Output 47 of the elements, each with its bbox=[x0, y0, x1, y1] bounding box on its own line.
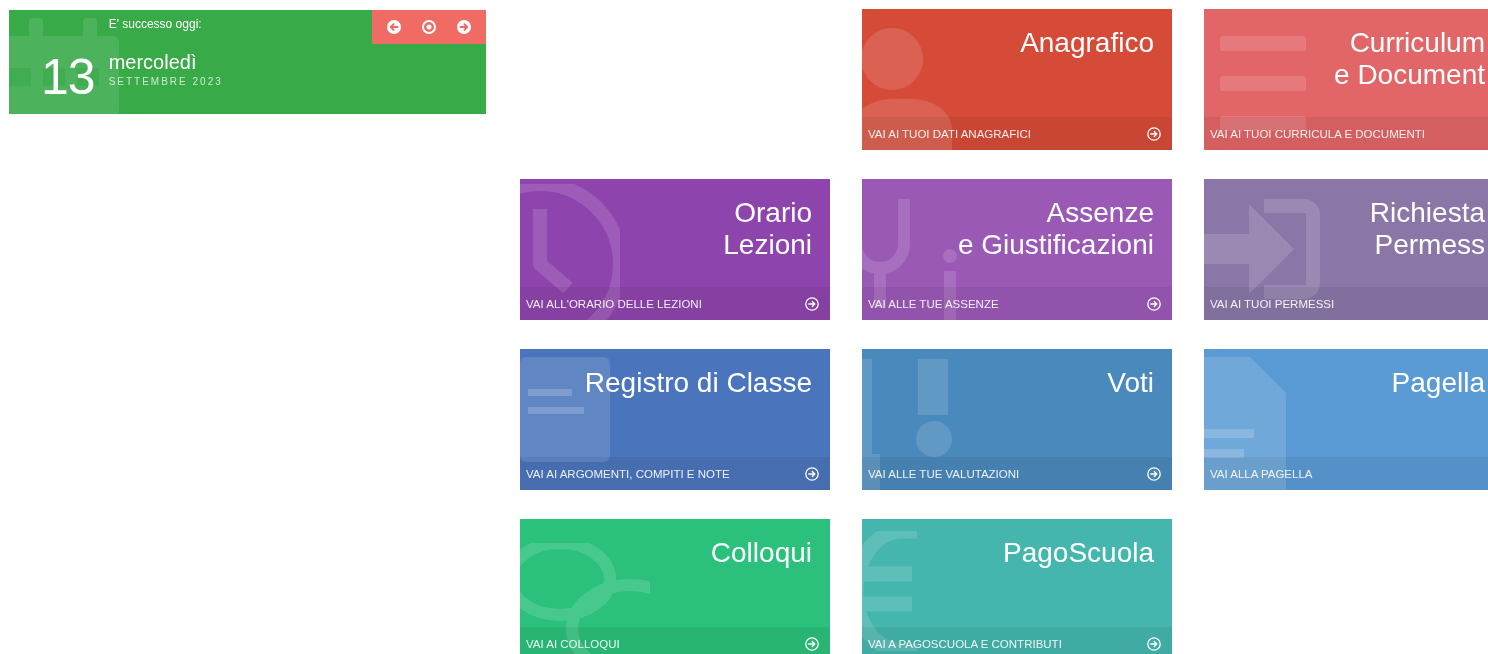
tile-title: Orario Lezioni bbox=[723, 197, 812, 261]
arrow-circle-icon bbox=[1147, 296, 1161, 311]
tile-link-text: VAI ALLE TUE ASSENZE bbox=[868, 297, 999, 310]
menu-tile[interactable]: Richiesta Permess VAI AI TUOI PERMESSI bbox=[1204, 179, 1488, 320]
menu-tile[interactable]: Assenze e Giustificazioni VAI ALLE TUE ASSENZE bbox=[862, 179, 1172, 320]
left-arrow-icon bbox=[386, 20, 401, 34]
widget-heading: E' successo oggi: bbox=[108, 17, 203, 31]
arrow-circle-icon bbox=[805, 296, 819, 311]
right-arrow-icon bbox=[457, 20, 472, 34]
arrow-circle-icon bbox=[1147, 636, 1161, 651]
weekday: mercoledì bbox=[108, 51, 198, 73]
menu-tile[interactable]: Colloqui VAI AI COLLOQUI bbox=[520, 519, 830, 654]
tile-title: Anagrafico bbox=[1020, 27, 1154, 59]
menu-tile[interactable]: Curriculum e Document VAI AI TUOI CURRICULA E DOCUMENTI bbox=[1204, 9, 1488, 150]
arrow-circle-icon bbox=[1147, 466, 1161, 481]
tile-link-text: VAI ALLA PAGELLA bbox=[1210, 467, 1313, 480]
tile-link-text: VAI AI ARGOMENTI, COMPITI E NOTE bbox=[526, 467, 730, 480]
tile-link-text: VAI ALL'ORARIO DELLE LEZIONI bbox=[526, 297, 702, 310]
tile-title: Richiesta Permess bbox=[1369, 197, 1485, 261]
next-day-button[interactable] bbox=[457, 20, 472, 34]
tile-title: Assenze e Giustificazioni bbox=[957, 197, 1154, 261]
previous-day-button[interactable] bbox=[386, 20, 401, 34]
tile-title: Pagella bbox=[1391, 367, 1485, 399]
menu-tile[interactable]: Pagella VAI ALLA PAGELLA bbox=[1204, 349, 1488, 490]
tile-title: Colloqui bbox=[710, 537, 812, 569]
today-button[interactable] bbox=[422, 20, 436, 34]
tile-title: Curriculum e Document bbox=[1334, 27, 1485, 91]
menu-tile[interactable]: Anagrafico VAI AI TUOI DATI ANAGRAFICI bbox=[862, 9, 1172, 150]
tile-title: Voti bbox=[1107, 367, 1154, 399]
menu-tile[interactable]: Orario Lezioni VAI ALL'ORARIO DELLE LEZIONI bbox=[520, 179, 830, 320]
tile-link-text: VAI AI TUOI PERMESSI bbox=[1210, 297, 1335, 310]
menu-tile[interactable]: Voti VAI ALLE TUE VALUTAZIONI bbox=[862, 349, 1172, 490]
target-icon bbox=[422, 20, 436, 34]
tile-title: Registro di Classe bbox=[584, 367, 812, 399]
tile-link-text: VAI AI TUOI DATI ANAGRAFICI bbox=[868, 127, 1031, 140]
tile-link-text: VAI AI COLLOQUI bbox=[526, 637, 620, 650]
tile-link-text: VAI AI TUOI CURRICULA E DOCUMENTI bbox=[1210, 127, 1425, 140]
arrow-circle-icon bbox=[1147, 126, 1161, 141]
arrow-circle-icon bbox=[805, 636, 819, 651]
menu-tile[interactable]: Registro di Classe VAI AI ARGOMENTI, COMPITI E NOTE bbox=[520, 349, 830, 490]
arrow-circle-icon bbox=[805, 466, 819, 481]
tile-link-text: VAI ALLE TUE VALUTAZIONI bbox=[868, 467, 1020, 480]
tile-title: PagoScuola bbox=[1003, 537, 1154, 569]
tile-link-text: VAI A PAGOSCUOLA E CONTRIBUTI bbox=[868, 637, 1062, 650]
month-year: SETTEMBRE 2023 bbox=[108, 76, 223, 87]
menu-tile[interactable]: PagoScuola VAI A PAGOSCUOLA E CONTRIBUTI bbox=[862, 519, 1172, 654]
day-number: 13 bbox=[41, 52, 95, 107]
